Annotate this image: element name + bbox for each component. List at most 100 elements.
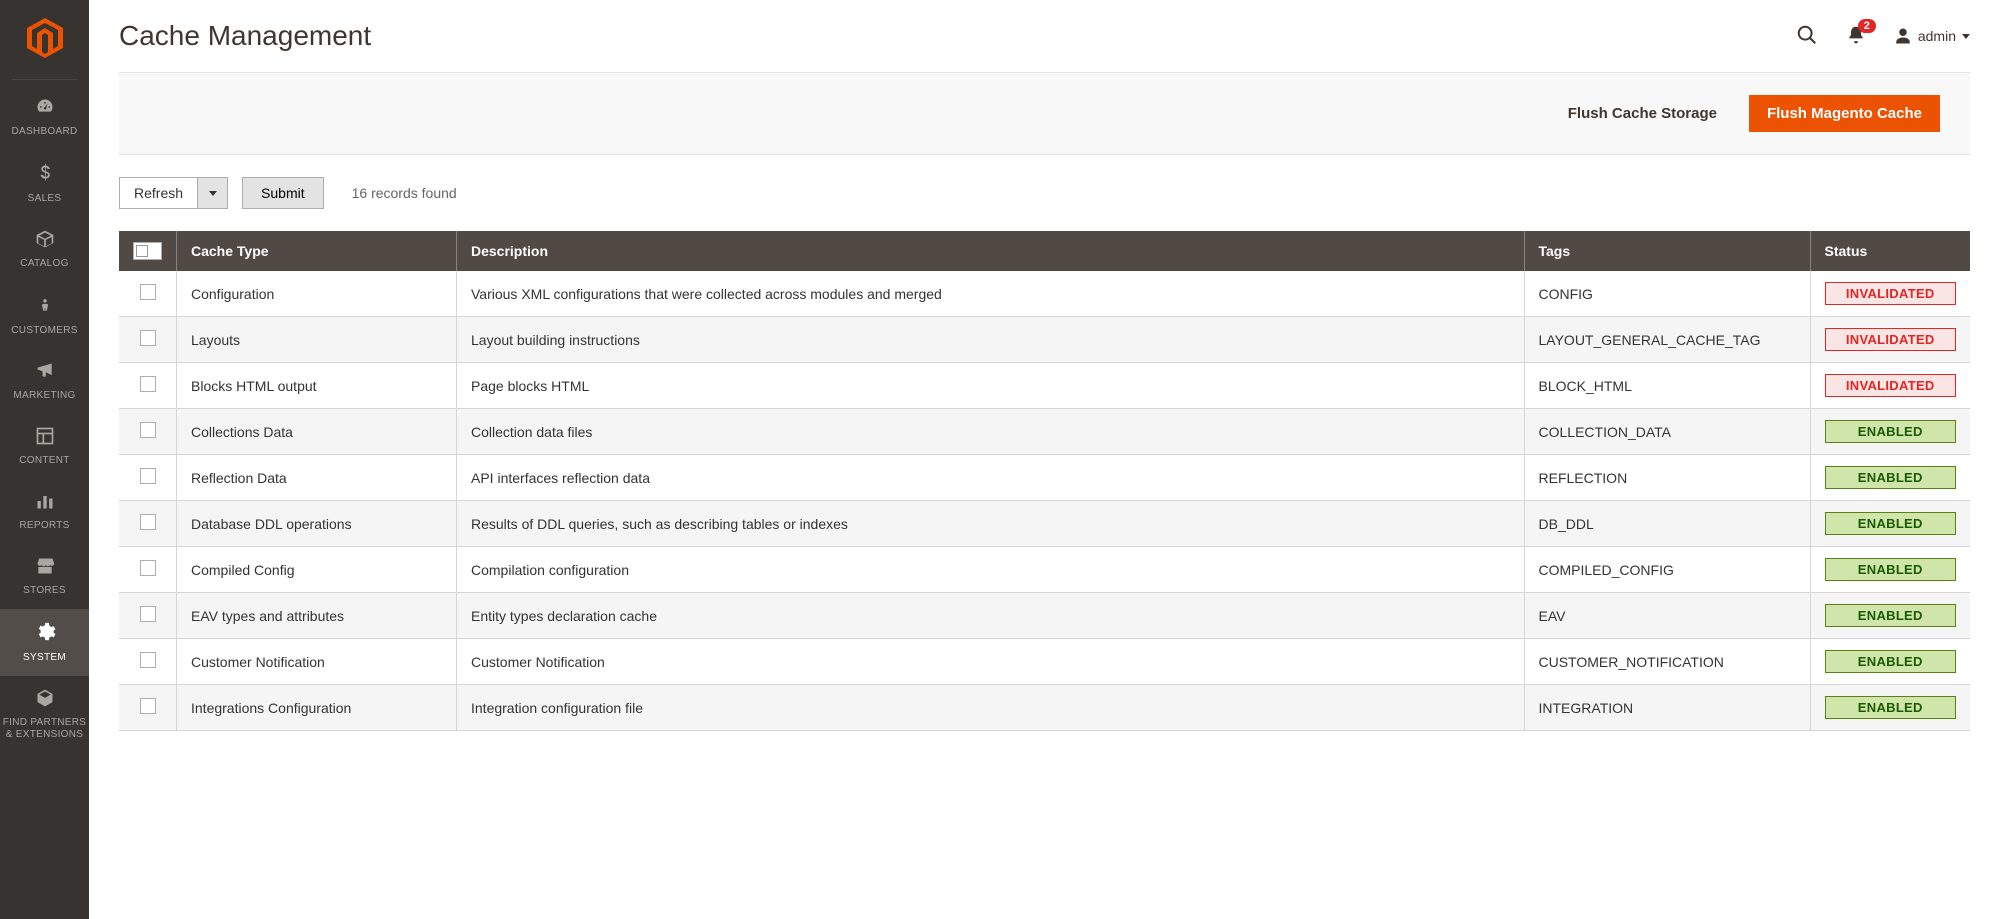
main-content: Cache Management 2 admin Flush Cache Sto… [89,0,2000,919]
cell-cache-type: Collections Data [177,409,457,455]
sidebar-item-marketing[interactable]: MARKETING [0,349,89,414]
cell-cache-type: EAV types and attributes [177,593,457,639]
cell-description: Results of DDL queries, such as describi… [457,501,1525,547]
grid-toolbar: Refresh Submit 16 records found [89,155,2000,231]
cell-description: Page blocks HTML [457,363,1525,409]
sidebar-item-dashboard[interactable]: DASHBOARD [0,85,89,150]
sidebar-item-label: FIND PARTNERS & EXTENSIONS [3,717,87,740]
sidebar-item-sales[interactable]: SALES [0,150,89,217]
magento-logo[interactable] [12,0,77,80]
table-row: Customer NotificationCustomer Notificati… [119,639,1970,685]
mass-action-toggle[interactable] [198,177,228,209]
status-badge: ENABLED [1825,558,1957,581]
cell-tags: EAV [1524,593,1810,639]
row-checkbox[interactable] [140,468,156,484]
table-row: Integrations ConfigurationIntegration co… [119,685,1970,731]
sidebar-item-label: SYSTEM [23,652,66,663]
cell-tags: REFLECTION [1524,455,1810,501]
row-checkbox[interactable] [140,376,156,392]
sidebar-item-find[interactable]: FIND PARTNERS & EXTENSIONS [0,676,89,753]
sidebar-item-reports[interactable]: REPORTS [0,479,89,544]
row-checkbox[interactable] [140,422,156,438]
layout-icon [2,426,87,449]
cell-cache-type: Configuration [177,271,457,317]
chevron-down-icon [1962,34,1970,39]
cell-tags: INTEGRATION [1524,685,1810,731]
col-header-type[interactable]: Cache Type [177,231,457,271]
cell-cache-type: Reflection Data [177,455,457,501]
storefront-icon [2,556,87,579]
mass-action-value[interactable]: Refresh [119,177,198,209]
cell-tags: CUSTOMER_NOTIFICATION [1524,639,1810,685]
cell-description: Entity types declaration cache [457,593,1525,639]
cell-description: API interfaces reflection data [457,455,1525,501]
table-row: EAV types and attributesEntity types dec… [119,593,1970,639]
status-badge: ENABLED [1825,696,1957,719]
status-badge: ENABLED [1825,604,1957,627]
flush-cache-storage-button[interactable]: Flush Cache Storage [1550,95,1735,132]
box-icon [2,229,87,252]
col-header-desc[interactable]: Description [457,231,1525,271]
search-icon[interactable] [1796,24,1818,49]
cell-tags: COLLECTION_DATA [1524,409,1810,455]
sidebar-item-label: DASHBOARD [11,126,77,137]
status-badge: ENABLED [1825,420,1957,443]
person-icon [2,294,87,319]
table-row: LayoutsLayout building instructionsLAYOU… [119,317,1970,363]
sidebar-item-label: STORES [23,585,66,596]
sidebar-item-system[interactable]: SYSTEM [0,609,89,676]
sidebar-item-customers[interactable]: CUSTOMERS [0,282,89,349]
row-checkbox[interactable] [140,330,156,346]
notifications-button[interactable]: 2 [1846,25,1866,48]
barchart-icon [2,491,87,514]
cell-cache-type: Customer Notification [177,639,457,685]
col-header-tags[interactable]: Tags [1524,231,1810,271]
cell-description: Compilation configuration [457,547,1525,593]
row-checkbox[interactable] [140,698,156,714]
submit-button[interactable]: Submit [242,177,324,209]
sidebar-item-label: MARKETING [13,390,75,401]
top-bar: Cache Management 2 admin [89,0,2000,72]
cell-cache-type: Blocks HTML output [177,363,457,409]
table-row: Reflection DataAPI interfaces reflection… [119,455,1970,501]
col-header-status[interactable]: Status [1810,231,1970,271]
row-checkbox[interactable] [140,560,156,576]
page-title: Cache Management [119,20,371,52]
admin-sidebar: DASHBOARD SALES CATALOGCUSTOMERS MARKETING C… [0,0,89,919]
page-actions-bar: Flush Cache Storage Flush Magento Cache [119,72,1970,155]
cell-tags: LAYOUT_GENERAL_CACHE_TAG [1524,317,1810,363]
cell-tags: DB_DDL [1524,501,1810,547]
row-checkbox[interactable] [140,652,156,668]
user-menu[interactable]: admin [1894,27,1970,45]
sidebar-item-catalog[interactable]: CATALOG [0,217,89,282]
table-row: ConfigurationVarious XML configurations … [119,271,1970,317]
cell-tags: CONFIG [1524,271,1810,317]
cell-cache-type: Compiled Config [177,547,457,593]
sidebar-item-label: SALES [28,193,62,204]
sidebar-item-stores[interactable]: STORES [0,544,89,609]
table-row: Database DDL operationsResults of DDL qu… [119,501,1970,547]
flush-magento-cache-button[interactable]: Flush Magento Cache [1749,95,1940,132]
cell-description: Integration configuration file [457,685,1525,731]
col-header-checkbox[interactable] [119,231,177,271]
mass-action-select[interactable]: Refresh [119,177,228,209]
cell-tags: BLOCK_HTML [1524,363,1810,409]
top-bar-right: 2 admin [1796,24,1970,49]
cell-cache-type: Integrations Configuration [177,685,457,731]
sidebar-item-label: REPORTS [19,520,69,531]
caret-down-icon [209,191,217,196]
status-badge: ENABLED [1825,650,1957,673]
row-checkbox[interactable] [140,606,156,622]
records-found: 16 records found [352,185,457,201]
status-badge: INVALIDATED [1825,328,1957,351]
status-badge: ENABLED [1825,466,1957,489]
select-all-checkbox[interactable] [133,242,162,260]
gear-icon [2,621,87,646]
cell-description: Collection data files [457,409,1525,455]
cell-description: Various XML configurations that were col… [457,271,1525,317]
row-checkbox[interactable] [140,514,156,530]
status-badge: INVALIDATED [1825,374,1957,397]
sidebar-item-content[interactable]: CONTENT [0,414,89,479]
row-checkbox[interactable] [140,284,156,300]
cell-description: Customer Notification [457,639,1525,685]
